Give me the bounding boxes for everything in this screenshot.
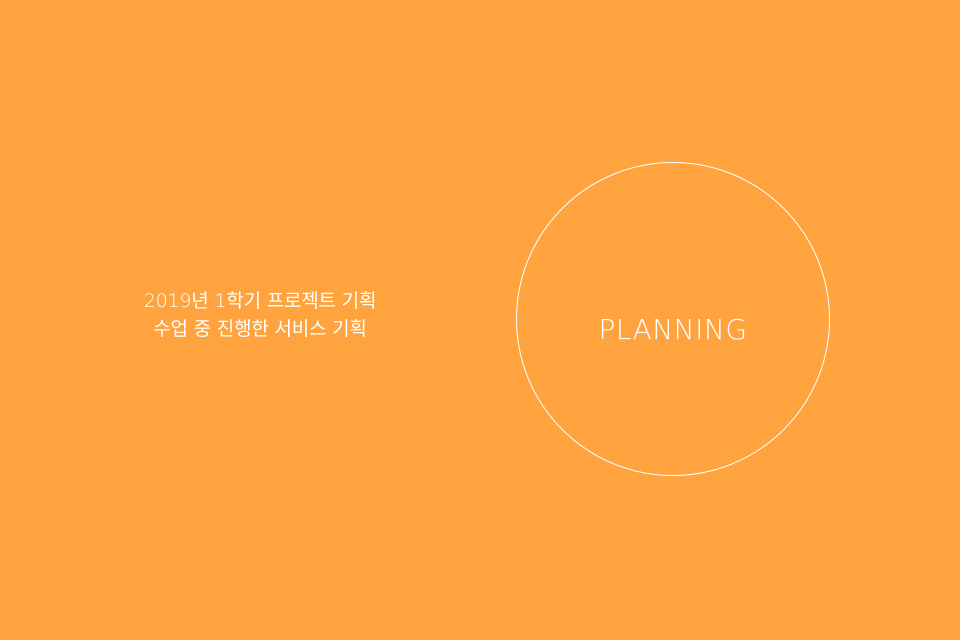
project-description: 2019년 1학기 프로젝트 기획 수업 중 진행한 서비스 기획 [100, 287, 420, 343]
planning-label: PLANNING [598, 312, 748, 346]
slide-background: 2019년 1학기 프로젝트 기획 수업 중 진행한 서비스 기획 PLANNI… [0, 0, 960, 640]
description-line-2: 수업 중 진행한 서비스 기획 [153, 318, 367, 340]
description-line-1: 2019년 1학기 프로젝트 기획 [143, 290, 377, 312]
planning-circle: PLANNING [516, 162, 830, 476]
